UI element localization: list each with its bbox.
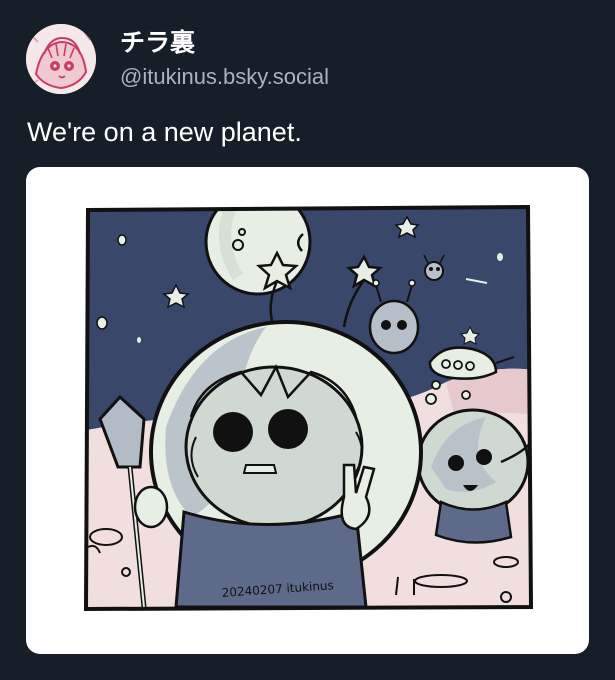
author-handle[interactable]: @itukinus.bsky.social	[120, 64, 329, 90]
avatar-illustration-icon	[26, 24, 96, 94]
avatar[interactable]	[26, 24, 96, 94]
illustration: 20240207 itukinus	[83, 204, 534, 612]
post: チラ裏 @itukinus.bsky.social We're on a new…	[0, 0, 615, 680]
post-image[interactable]: 20240207 itukinus	[26, 167, 589, 654]
author-names: チラ裏 @itukinus.bsky.social	[120, 28, 329, 90]
post-header: チラ裏 @itukinus.bsky.social	[26, 24, 586, 94]
post-text: We're on a new planet.	[27, 117, 302, 147]
display-name[interactable]: チラ裏	[120, 28, 329, 58]
